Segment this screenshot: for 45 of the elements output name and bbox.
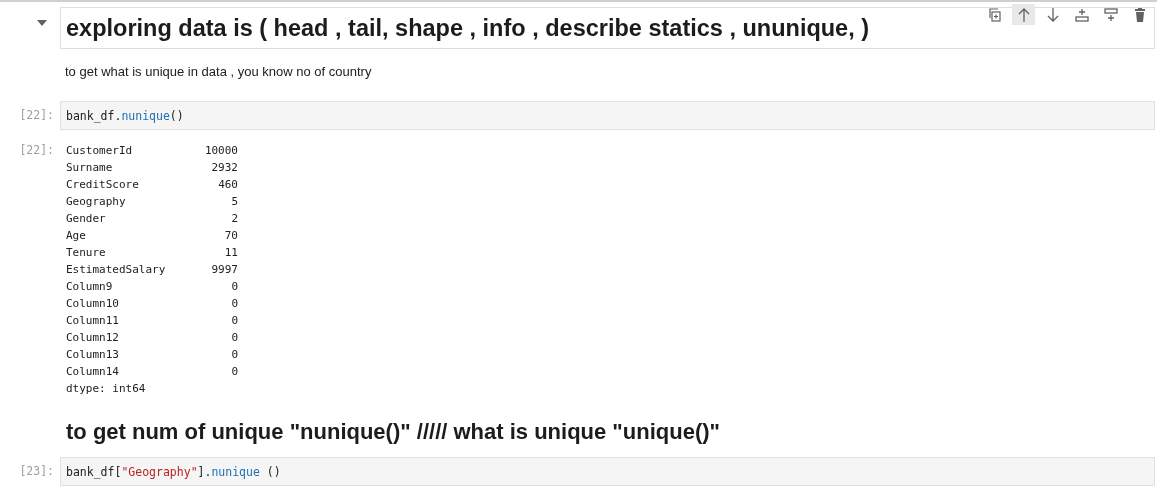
insert-above-icon	[1073, 6, 1090, 23]
up-arrow-button[interactable]	[1012, 4, 1035, 25]
cell-prompt: [23]:	[19, 463, 54, 480]
cell-prompt: [22]:	[19, 107, 54, 124]
collapse-caret-icon[interactable]	[36, 19, 48, 27]
output-value: 9997	[210, 262, 238, 278]
heading-cell[interactable]: exploring data is ( head , tail, shape , info , describe statics , ununique, )	[60, 7, 1155, 49]
code-cell[interactable]: bank_df.nunique()	[60, 101, 1155, 130]
code-cell[interactable]: bank_df["Geography"].nunique ()	[60, 457, 1155, 486]
output-value: 10000	[203, 143, 238, 159]
output-dtype: dtype: int64	[66, 382, 146, 395]
heading-text: exploring data is ( head , tail, shape , info , describe statics , ununique, )	[66, 14, 870, 42]
output-value: 0	[230, 330, 238, 346]
output-label: Surname	[66, 160, 114, 176]
output-label: Geography	[66, 194, 127, 210]
output-value: 460	[217, 177, 238, 193]
output-label: CustomerId	[66, 143, 134, 159]
output-value: 5	[230, 194, 238, 210]
duplicate-icon	[986, 6, 1003, 23]
output-label: Tenure	[66, 245, 107, 261]
output-label: Column10	[66, 296, 120, 312]
output-label: Column9	[66, 279, 114, 295]
output-label: CreditScore	[66, 177, 140, 193]
output-value: 0	[230, 347, 238, 363]
output-label: Column12	[66, 330, 120, 346]
output-label: Column13	[66, 347, 120, 363]
output-label: EstimatedSalary	[66, 262, 167, 278]
output-prompt: [22]:	[19, 142, 54, 159]
subheading-text: to get num of unique "nunique()" ///// what is unique "unique()"	[65, 419, 720, 445]
code-line: bank_df["Geography"].nunique ()	[66, 464, 281, 479]
markdown-text: to get what is unique in data , you know no of country	[64, 64, 372, 79]
output-label: Column11	[66, 313, 120, 329]
output-value: 2932	[210, 160, 238, 176]
output-label: Column14	[66, 364, 120, 380]
output-value: 0	[230, 279, 238, 295]
output-label: Gender	[66, 211, 107, 227]
output-label: Age	[66, 228, 87, 244]
output-value: 0	[230, 313, 238, 329]
insert-below-icon	[1102, 6, 1119, 23]
output-value: 70	[223, 228, 238, 244]
output-value: 2	[230, 211, 238, 227]
code-line: bank_df.nunique()	[66, 108, 184, 123]
output-value: 0	[230, 364, 238, 380]
output-value: 11	[223, 245, 238, 261]
output-value: 0	[230, 296, 238, 312]
